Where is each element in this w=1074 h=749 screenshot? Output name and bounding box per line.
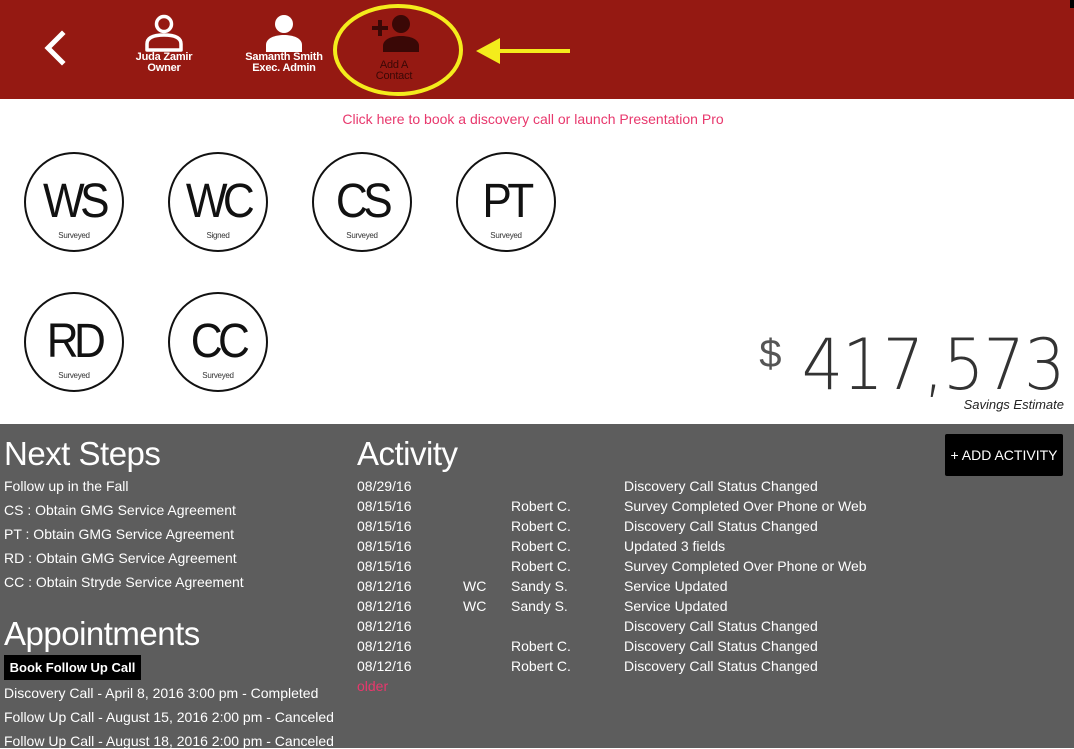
activity-title: Activity — [357, 435, 458, 472]
activity-date: 08/12/16 — [357, 658, 412, 674]
service-circle-wc[interactable]: WC Signed — [168, 152, 268, 252]
appointment-item: Follow Up Call - August 18, 2016 2:00 pm… — [4, 733, 334, 749]
activity-user: Robert C. — [511, 498, 571, 514]
activity-description: Discovery Call Status Changed — [624, 638, 818, 654]
add-activity-button[interactable]: + ADD ACTIVITY — [945, 434, 1063, 476]
appointment-item: Follow Up Call - August 15, 2016 2:00 pm… — [4, 709, 334, 725]
details-panel: Next Steps Follow up in the Fall CS : Ob… — [0, 424, 1074, 749]
service-status: Surveyed — [346, 231, 378, 240]
annotation-highlight-circle — [333, 4, 463, 96]
contact-role: Exec. Admin — [252, 62, 316, 74]
activity-description: Service Updated — [624, 598, 728, 614]
activity-date: 08/12/16 — [357, 578, 412, 594]
activity-date: 08/15/16 — [357, 558, 412, 574]
discovery-call-link[interactable]: Click here to book a discovery call or l… — [0, 111, 1066, 127]
activity-user: Sandy S. — [511, 578, 568, 594]
currency-symbol: $ — [759, 332, 782, 376]
activity-description: Discovery Call Status Changed — [624, 618, 818, 634]
appointments-title: Appointments — [4, 615, 200, 652]
appointment-item: Discovery Call - April 8, 2016 3:00 pm -… — [4, 685, 319, 701]
activity-service: WC — [463, 578, 487, 594]
window-edge — [1070, 0, 1074, 8]
activity-date: 08/15/16 — [357, 538, 412, 554]
savings-amount: 417,573 — [801, 324, 1065, 406]
service-circle-cs[interactable]: CS Surveyed — [312, 152, 412, 252]
activity-date: 08/15/16 — [357, 498, 412, 514]
user-outline-icon — [145, 14, 183, 52]
contact-samanth-smith[interactable]: Samanth Smith Exec. Admin — [229, 14, 339, 74]
activity-user: Sandy S. — [511, 598, 568, 614]
activity-date: 08/29/16 — [357, 478, 412, 494]
user-icon — [266, 15, 302, 52]
service-status: Surveyed — [490, 231, 522, 240]
next-step-item: RD : Obtain GMG Service Agreement — [4, 550, 237, 566]
next-step-item: Follow up in the Fall — [4, 478, 129, 494]
service-circle-cc[interactable]: CC Surveyed — [168, 292, 268, 392]
next-step-item: PT : Obtain GMG Service Agreement — [4, 526, 235, 542]
activity-user: Robert C. — [511, 518, 571, 534]
activity-date: 08/12/16 — [357, 638, 412, 654]
activity-description: Survey Completed Over Phone or Web — [624, 558, 867, 574]
next-step-item: CS : Obtain GMG Service Agreement — [4, 502, 236, 518]
activity-description: Updated 3 fields — [624, 538, 726, 554]
service-circle-ws[interactable]: WS Surveyed — [24, 152, 124, 252]
top-bar: Juda Zamir Owner Samanth Smith Exec. Adm… — [0, 0, 1074, 99]
service-circle-rd[interactable]: RD Surveyed — [24, 292, 124, 392]
activity-description: Survey Completed Over Phone or Web — [624, 498, 867, 514]
chevron-left-icon — [44, 30, 66, 66]
activity-user: Robert C. — [511, 658, 571, 674]
older-activity-link[interactable]: older — [357, 678, 388, 694]
next-steps-title: Next Steps — [4, 435, 161, 472]
service-circle-pt[interactable]: PT Surveyed — [456, 152, 556, 252]
savings-estimate-label: Savings Estimate — [963, 397, 1064, 412]
service-status: Surveyed — [58, 231, 90, 240]
next-step-item: CC : Obtain Stryde Service Agreement — [4, 574, 244, 590]
activity-description: Discovery Call Status Changed — [624, 658, 818, 674]
service-abbr: CC — [190, 315, 250, 368]
back-button[interactable] — [38, 30, 70, 66]
annotation-arrow-icon — [476, 38, 570, 64]
service-abbr: WC — [185, 175, 255, 228]
service-status: Surveyed — [202, 371, 234, 380]
activity-description: Discovery Call Status Changed — [624, 478, 818, 494]
activity-description: Service Updated — [624, 578, 728, 594]
activity-user: Robert C. — [511, 538, 571, 554]
activity-date: 08/12/16 — [357, 598, 412, 614]
activity-description: Discovery Call Status Changed — [624, 518, 818, 534]
service-abbr: WS — [43, 175, 110, 228]
contact-role: Owner — [147, 62, 181, 74]
savings-estimate-value: $417,573 — [759, 324, 1065, 406]
service-abbr: PT — [482, 175, 534, 228]
book-follow-up-call-button[interactable]: Book Follow Up Call — [4, 655, 141, 680]
contact-juda-zamir[interactable]: Juda Zamir Owner — [109, 14, 219, 74]
service-abbr: RD — [46, 315, 106, 368]
service-status: Signed — [206, 231, 230, 240]
activity-user: Robert C. — [511, 558, 571, 574]
service-abbr: CS — [335, 175, 393, 228]
activity-service: WC — [463, 598, 487, 614]
activity-date: 08/12/16 — [357, 618, 412, 634]
activity-user: Robert C. — [511, 638, 571, 654]
activity-date: 08/15/16 — [357, 518, 412, 534]
service-status: Surveyed — [58, 371, 90, 380]
